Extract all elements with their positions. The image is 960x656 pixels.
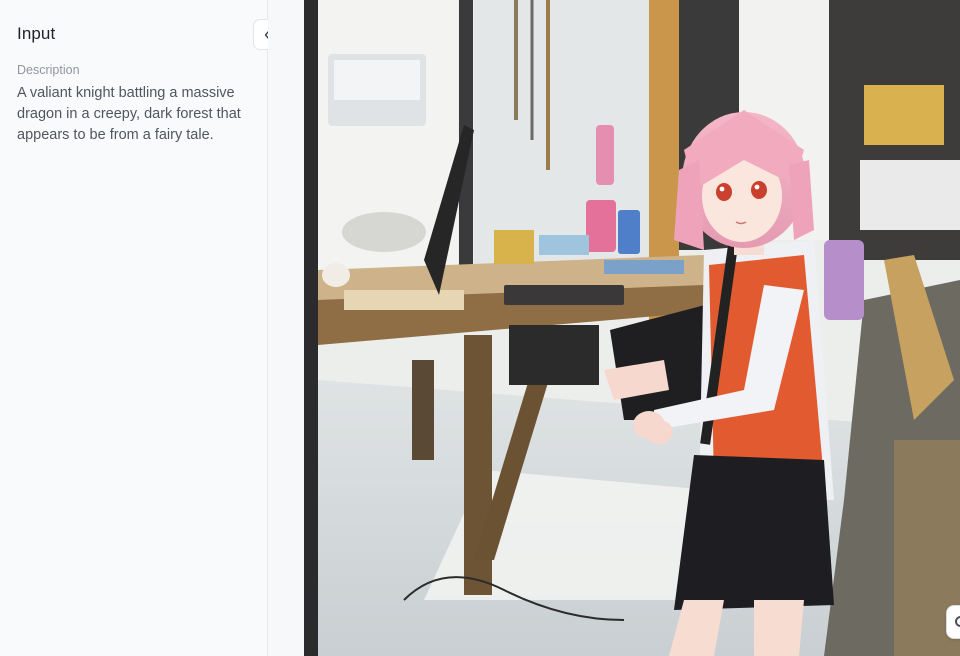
image-action-button[interactable]	[946, 605, 960, 639]
circle-icon	[955, 616, 960, 627]
generated-image[interactable]	[304, 0, 960, 656]
panel-gutter	[268, 0, 304, 656]
description-text: A valiant knight battling a massive drag…	[17, 85, 241, 143]
generated-image-illustration	[304, 0, 960, 656]
app-window: Input Description A valiant knight battl…	[0, 0, 960, 656]
panel-title: Input	[17, 24, 56, 43]
input-panel: Input Description A valiant knight battl…	[0, 0, 284, 656]
description-label: Description	[17, 63, 80, 77]
